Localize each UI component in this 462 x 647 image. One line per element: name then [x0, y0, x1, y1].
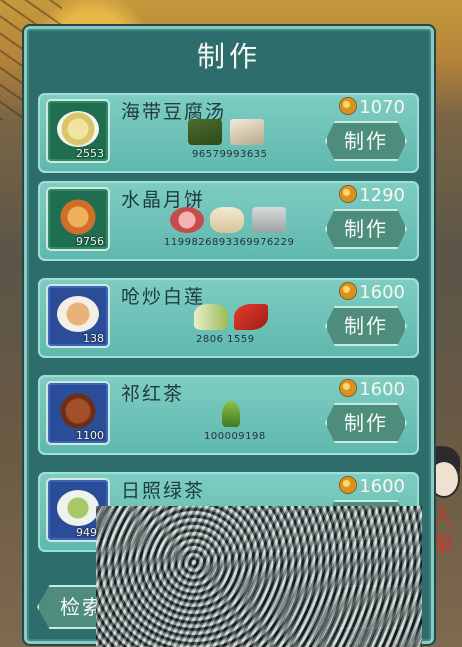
- meat-icon: [170, 207, 204, 233]
- dish-slot[interactable]: 1100: [46, 381, 110, 445]
- recipe-card: 1100 祁红茶 1600 100009198 制作: [38, 375, 419, 455]
- sugar-bucket-icon: [252, 207, 286, 233]
- coin-icon: [340, 477, 356, 493]
- flour-sack-icon: [210, 207, 244, 233]
- tofu-icon: [230, 119, 264, 145]
- material-counts: 96579993635: [192, 149, 268, 160]
- coin-icon: [340, 283, 356, 299]
- mooncake-icon: [57, 199, 99, 235]
- dish-slot[interactable]: 138: [46, 284, 110, 348]
- material-counts: 1199826893369976229: [164, 237, 295, 248]
- recipe-card: 138 呛炒白莲 1600 2806 1559 制作: [38, 278, 419, 358]
- chili-icon: [234, 304, 268, 330]
- dish-slot[interactable]: 9756: [46, 187, 110, 251]
- dish-count: 1100: [76, 429, 104, 442]
- cabbage-icon: [194, 304, 228, 330]
- coin-icon: [340, 186, 356, 202]
- seaweed-icon: [188, 119, 222, 145]
- recipe-card: 9756 水晶月饼 1290 1199826893369976229 制作: [38, 181, 419, 261]
- recipe-price: 1600: [359, 476, 405, 497]
- stir-fry-lotus-icon: [57, 296, 99, 332]
- panel-title: 制作: [196, 40, 261, 73]
- teapot-icon: [57, 393, 99, 429]
- seaweed-tofu-soup-icon: [57, 111, 99, 147]
- side-character-text: 人单: [432, 505, 455, 558]
- recipe-price: 1070: [359, 97, 405, 118]
- green-tea-icon: [57, 490, 99, 526]
- make-button[interactable]: 制作: [325, 403, 407, 443]
- dish-count: 9756: [76, 235, 104, 248]
- material-counts: 2806 1559: [196, 334, 255, 345]
- recipe-name: 呛炒白莲: [121, 286, 206, 308]
- coin-icon: [340, 98, 356, 114]
- recipe-card: 2553 海带豆腐汤 1070 96579993635 制作: [38, 93, 419, 173]
- material-counts: 100009198: [204, 431, 266, 442]
- dish-count: 138: [83, 332, 104, 345]
- make-button[interactable]: 制作: [325, 121, 407, 161]
- recipe-price: 1600: [359, 379, 405, 400]
- tea-leaf-icon: [222, 401, 240, 427]
- recipe-price: 1290: [359, 185, 405, 206]
- coin-icon: [340, 380, 356, 396]
- dish-slot[interactable]: 2553: [46, 99, 110, 163]
- noise-overlay: [96, 506, 422, 647]
- make-button[interactable]: 制作: [325, 306, 407, 346]
- recipe-price: 1600: [359, 282, 405, 303]
- dish-count: 2553: [76, 147, 104, 160]
- recipe-name: 祁红茶: [121, 383, 185, 405]
- make-button[interactable]: 制作: [325, 209, 407, 249]
- recipe-name: 日照绿茶: [121, 480, 206, 502]
